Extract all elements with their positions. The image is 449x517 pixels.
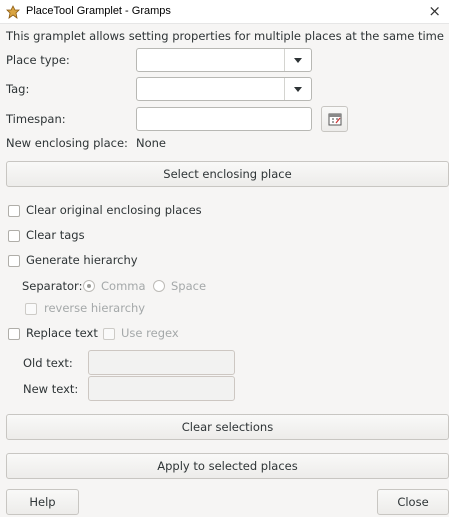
replace-text-label[interactable]: Replace text [26,326,98,340]
help-button[interactable]: Help [6,489,79,515]
tag-dropdown[interactable] [284,78,311,100]
clear-tags-label[interactable]: Clear tags [26,228,85,242]
replace-text-checkbox[interactable] [8,328,20,340]
separator-label: Separator: [22,279,83,293]
space-radio[interactable] [153,280,165,292]
place-type-dropdown[interactable] [284,49,311,71]
tag-label: Tag: [6,82,30,96]
use-regex-label[interactable]: Use regex [121,326,179,340]
new-text-label: New text: [23,382,79,396]
clear-tags-checkbox[interactable] [8,230,20,242]
apply-button[interactable]: Apply to selected places [6,453,449,479]
window-close-button[interactable]: × [428,2,441,20]
intro-text: This gramplet allows setting properties … [6,29,444,43]
place-type-label: Place type: [6,53,70,67]
select-enclosing-button[interactable]: Select enclosing place [6,161,449,187]
use-regex-checkbox[interactable] [103,328,115,340]
timespan-input[interactable] [136,107,312,131]
enclosing-value: None [136,136,167,150]
clear-selections-button[interactable]: Clear selections [6,414,449,440]
generate-hierarchy-checkbox[interactable] [8,255,20,267]
chevron-down-icon [294,58,302,63]
comma-radio[interactable] [83,280,95,292]
clear-original-checkbox[interactable] [8,205,20,217]
tag-combo[interactable] [136,77,312,101]
place-type-combo[interactable] [136,48,312,72]
clear-original-label[interactable]: Clear original enclosing places [26,203,202,217]
timespan-label: Timespan: [6,112,66,126]
gramps-app-icon [6,5,20,19]
chevron-down-icon [294,87,302,92]
old-text-label: Old text: [23,356,73,370]
window-title: PlaceTool Gramplet - Gramps [26,5,171,17]
close-button[interactable]: Close [377,489,449,515]
date-editor-button[interactable] [321,106,348,132]
generate-hierarchy-label[interactable]: Generate hierarchy [26,253,138,267]
reverse-hierarchy-checkbox[interactable] [25,303,37,315]
old-text-input[interactable] [88,350,235,375]
placetool-window: PlaceTool Gramplet - Gramps × This gramp… [0,0,449,517]
reverse-hierarchy-label[interactable]: reverse hierarchy [44,301,145,315]
comma-radio-label[interactable]: Comma [101,279,146,293]
date-editor-icon [328,113,342,126]
new-text-input[interactable] [88,376,235,401]
title-bar: PlaceTool Gramplet - Gramps × [0,0,449,24]
enclosing-label: New enclosing place: [6,136,128,150]
radio-selected-dot [87,284,91,288]
space-radio-label[interactable]: Space [171,279,206,293]
